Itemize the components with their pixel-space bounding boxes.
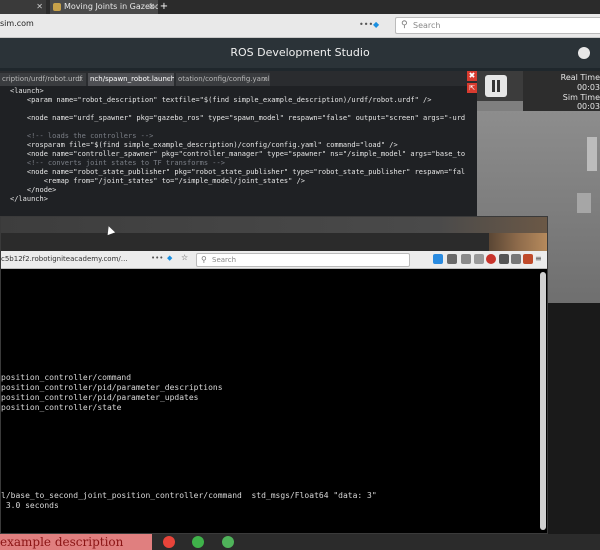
close-icon[interactable]: x <box>167 73 171 86</box>
outer-url-field[interactable]: sim.com <box>0 19 34 28</box>
pause-button[interactable] <box>485 75 507 97</box>
close-icon[interactable]: ✕ <box>148 0 155 14</box>
secondary-tab-bar <box>1 233 547 251</box>
desktop: ✕ Moving Joints in Gazebo ✕ + sim.com ••… <box>0 0 600 550</box>
page-title: ROS Development Studio <box>230 46 370 59</box>
screenshot-icon[interactable] <box>474 254 484 264</box>
code-line: <node name="urdf_spawner" pkg="gazebo_ro… <box>10 114 465 122</box>
robot-base <box>577 193 591 213</box>
code-area[interactable]: <launch> <param name="robot_description"… <box>0 87 465 216</box>
pocket-icon[interactable]: ◆ <box>167 254 172 262</box>
search-icon: ⚲ <box>401 20 408 30</box>
outer-tab-1[interactable]: ✕ <box>0 0 46 14</box>
code-editor: cription/urdf/robot.urdf x nch/spawn_rob… <box>0 71 477 216</box>
editor-tab-label: cription/urdf/robot.urdf <box>2 75 83 83</box>
secondary-url-field[interactable]: c5b12f2.robotigniteacademy.com/… <box>1 255 128 263</box>
code-line: <!-- converts joint states to TF transfo… <box>10 159 225 167</box>
url-trail: … <box>120 255 128 263</box>
editor-tab-label: otation/config/config.yaml <box>178 75 270 83</box>
new-tab-button[interactable]: + <box>158 0 170 14</box>
terminal-output[interactable]: position_controller/command position_cont… <box>1 269 537 533</box>
search-icon: ⚲ <box>201 255 207 264</box>
terminal-line: 3.0 seconds <box>1 501 59 510</box>
outer-nav-bar: sim.com ••• ◆ ⚲ Search <box>0 14 600 38</box>
status-bar: example description <box>0 534 600 550</box>
secondary-browser-window: c5b12f2.robotigniteacademy.com/… ••• ◆ ☆… <box>0 216 548 534</box>
gazebo-time-panel: Real Time 00:03 Sim Time 00:03 <box>523 71 600 111</box>
outer-tab-2-label: Moving Joints in Gazebo <box>64 2 158 11</box>
close-icon[interactable]: ✕ <box>36 0 43 14</box>
sim-time-value: 00:03 <box>576 102 600 111</box>
code-line: <node name="controller_spawner" pkg="con… <box>10 150 465 158</box>
menu-icon[interactable]: ≡ <box>535 254 542 263</box>
code-line: <!-- loads the controllers --> <box>10 132 154 140</box>
library-icon[interactable] <box>447 254 457 264</box>
code-line: <rosparam file="$(find simple_example_de… <box>10 141 398 149</box>
popout-icon[interactable]: ⇱ <box>467 83 477 93</box>
robot-link <box>587 137 597 171</box>
extension-icon[interactable] <box>511 254 521 264</box>
code-line: <launch> <box>10 87 44 95</box>
favicon-icon <box>53 3 61 11</box>
secondary-search-placeholder: Search <box>212 256 237 264</box>
power-icon[interactable] <box>163 536 175 548</box>
extension-icon[interactable] <box>499 254 509 264</box>
close-icon[interactable]: x <box>263 73 267 86</box>
close-icon[interactable]: x <box>79 73 83 86</box>
editor-tab-spawn-launch[interactable]: nch/spawn_robot.launch x <box>88 73 174 86</box>
outer-search-placeholder: Search <box>413 21 441 30</box>
outer-tab-bar: ✕ Moving Joints in Gazebo ✕ + <box>0 0 600 14</box>
code-line: <node name="robot_state_publisher" pkg="… <box>10 168 465 176</box>
bookmark-star-icon[interactable]: ☆ <box>181 253 188 262</box>
terminal-line: position_controller/pid/parameter_descri… <box>1 383 223 392</box>
terminal-line: position_controller/state <box>1 403 122 412</box>
ros-header: ROS Development Studio <box>0 38 600 68</box>
terminal-line: position_controller/pid/parameter_update… <box>1 393 199 402</box>
terminal-line: position_controller/command <box>1 373 132 382</box>
editor-tab-robot-urdf[interactable]: cription/urdf/robot.urdf x <box>0 73 86 86</box>
editor-tab-config-yaml[interactable]: otation/config/config.yaml x <box>176 73 270 86</box>
code-line: <remap from="/joint_states" to="/simple_… <box>10 177 306 185</box>
pocket-icon[interactable]: ◆ <box>373 20 379 29</box>
robot-name-label: example description <box>0 534 152 550</box>
chat-icon[interactable] <box>222 536 234 548</box>
terminal-line: l/base_to_second_joint_position_controll… <box>1 491 377 500</box>
help-icon[interactable] <box>192 536 204 548</box>
code-line: <param name="robot_description" textfile… <box>10 96 432 104</box>
sidebar-icon[interactable] <box>461 254 471 264</box>
real-time-value: 00:03 <box>576 83 600 92</box>
ublock-icon[interactable] <box>486 254 496 264</box>
editor-tab-bar: cription/urdf/robot.urdf x nch/spawn_rob… <box>0 71 477 86</box>
terminal-scrollbar[interactable] <box>540 272 546 530</box>
window-thumbnail <box>489 233 547 251</box>
secondary-url-text: c5b12f2.robotigniteacademy.com/ <box>1 255 121 263</box>
close-editor-icon[interactable]: ✖ <box>467 71 477 81</box>
ellipsis-icon[interactable]: ••• <box>359 20 373 29</box>
sim-time-label: Sim Time <box>562 93 600 102</box>
code-line: </node> <box>10 186 57 194</box>
real-time-label: Real Time <box>560 73 600 82</box>
ellipsis-icon[interactable]: ••• <box>151 254 163 262</box>
globe-icon[interactable] <box>578 47 590 59</box>
download-icon[interactable] <box>433 254 443 264</box>
outer-search-field[interactable]: ⚲ Search <box>395 17 600 34</box>
extension-icon[interactable] <box>523 254 533 264</box>
window-title-bar[interactable] <box>1 217 547 233</box>
secondary-search-field[interactable]: ⚲ Search <box>196 253 410 267</box>
outer-tab-2[interactable]: Moving Joints in Gazebo ✕ <box>50 0 158 14</box>
editor-tab-label: nch/spawn_robot.launch <box>90 75 174 83</box>
secondary-nav-bar: c5b12f2.robotigniteacademy.com/… ••• ◆ ☆… <box>1 251 547 269</box>
code-line: </launch> <box>10 195 48 203</box>
